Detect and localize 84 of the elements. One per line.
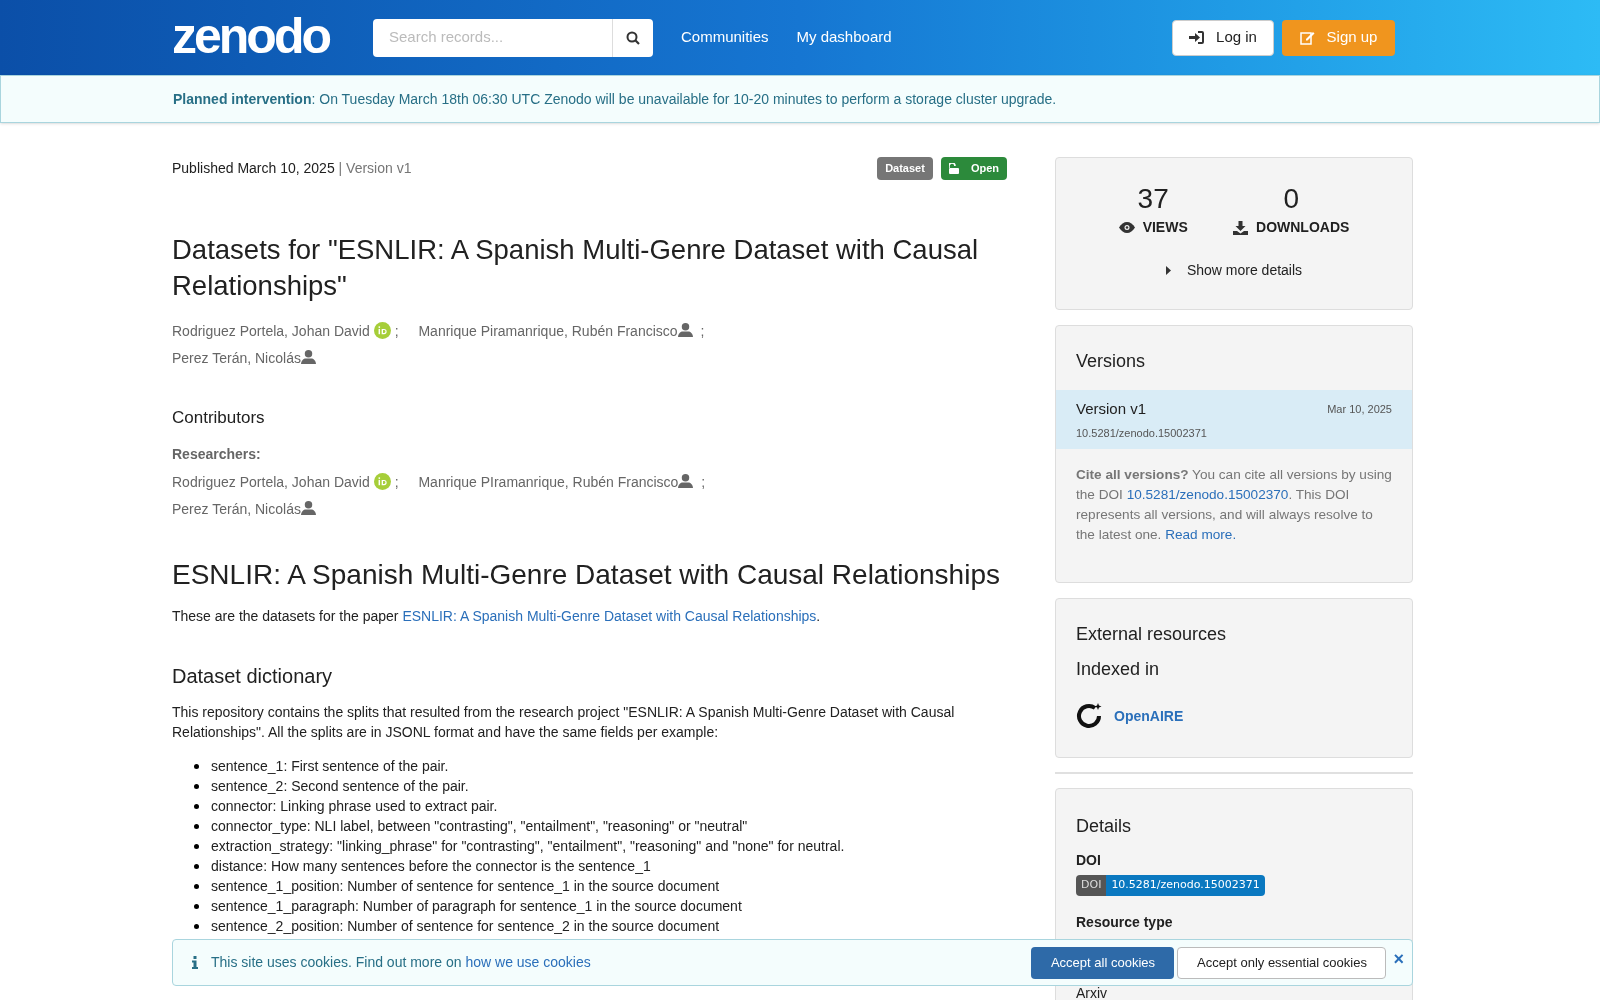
separator: ; [700, 322, 705, 339]
bullet [194, 924, 199, 929]
subsection-heading: Dataset dictionary [172, 664, 334, 689]
version-doi: 10.5281/zenodo.15002371 [1076, 425, 1208, 441]
show-more-toggle[interactable]: Show more details [1165, 260, 1303, 281]
unlock-icon [948, 162, 959, 174]
cookie-policy-link[interactable]: how we use cookies [465, 954, 591, 970]
card-title: External resources [1076, 623, 1228, 646]
separator: ; [394, 322, 399, 339]
views-count: 37 [1137, 185, 1169, 213]
views-label: VIEWS [1142, 218, 1188, 237]
field-description: distance: How many sentences before the connector is the sentence_1 [211, 857, 651, 876]
search-button[interactable] [612, 18, 653, 57]
bullet [194, 824, 199, 829]
record-title: Datasets for "ESNLIR: A Spanish Multi-Genre Dataset with Causal Relationships" [172, 232, 980, 303]
description-text: These are the datasets for the paper ESNLIR: A Spanish Multi-Genre Dataset with Causal Relationships. [172, 607, 822, 626]
section-heading: Contributors [172, 406, 266, 429]
author-link[interactable]: Rodriguez Portela, Johan David [172, 474, 370, 490]
version-item[interactable]: Version v1 Mar 10, 2025 10.5281/zenodo.15002371 [1056, 390, 1412, 449]
bullet [194, 904, 199, 909]
separator: ; [394, 474, 399, 490]
description-heading: ESNLIR: A Spanish Multi-Genre Dataset with Causal Relationships [172, 558, 1001, 592]
bullet [194, 784, 199, 789]
close-button[interactable]: × [1393, 949, 1404, 968]
zenodo-logo[interactable]: zenodo [172, 7, 333, 64]
paragraph: This repository contains the splits that resulted from the research project "ESNLIR: A Spanish Multi-Genre Dataset with Causal Relationships". All the splits are in JSONL format and have the same fields per example: [172, 703, 956, 742]
user-icon [677, 322, 693, 337]
info-icon [192, 956, 198, 969]
user-icon [678, 474, 694, 488]
card-subtitle: Indexed in [1076, 658, 1161, 681]
role-label: Researchers: [172, 445, 262, 464]
bullet [194, 804, 199, 809]
accept-all-button[interactable]: Accept all cookies [1031, 946, 1175, 979]
search-icon [626, 30, 640, 45]
author-link[interactable]: Perez Terán, Nicolás [172, 501, 301, 517]
bullet [194, 884, 199, 889]
orcid-icon [373, 473, 391, 490]
openaire-link[interactable]: OpenAIRE [1114, 705, 1184, 727]
author-link[interactable]: Manrique PIramanrique, Rubén Francisco [418, 474, 679, 490]
author-link[interactable]: Perez Terán, Nicolás [172, 349, 301, 366]
nav-link[interactable]: Communities [681, 26, 769, 49]
user-icon [300, 349, 316, 364]
search-field[interactable]: Search records... [373, 18, 612, 57]
downloads-label: DOWNLOADS [1256, 218, 1350, 237]
card-title: Details [1076, 815, 1133, 838]
orcid-icon [373, 321, 391, 339]
bullet [194, 844, 199, 849]
accept-essential-button[interactable]: Accept only essential cookies [1177, 946, 1387, 979]
field-description: sentence_1_position: Number of sentence for sentence_1 in the source document [211, 877, 720, 896]
version-label: Version v1 [1076, 399, 1147, 419]
separator: ; [701, 474, 706, 490]
resource-type-badge: Dataset [877, 157, 933, 180]
field-label: DOI [1076, 851, 1102, 870]
nav-link[interactable]: My dashboard [796, 26, 892, 49]
publication-info: Published March 10, 2025 | Version v1 [172, 158, 412, 178]
login-button[interactable]: Log in [1172, 19, 1274, 56]
field-description: extraction_strategy: "linking_phrase" for "contrasting", "entailment", "reasoning" and "none" for neutral. [211, 837, 845, 856]
edit-icon [1299, 30, 1315, 45]
login-icon [1189, 31, 1205, 44]
author-link[interactable]: Manrique Piramanrique, Rubén Francisco [418, 322, 678, 339]
read-more-link[interactable]: Read more. [1165, 527, 1237, 542]
version-date: Mar 10, 2025 [1327, 402, 1392, 417]
card-title: Versions [1075, 350, 1147, 373]
bullet [194, 864, 199, 869]
field-description: sentence_2: Second sentence of the pair. [211, 777, 469, 796]
field-label: Resource type [1076, 912, 1174, 932]
caret-icon [1165, 266, 1171, 275]
download-icon [1233, 220, 1248, 235]
downloads-count: 0 [1283, 185, 1299, 213]
field-description: sentence_1: First sentence of the pair. [211, 757, 449, 776]
open-access-badge: Open [940, 157, 1007, 180]
author-link[interactable]: Rodriguez Portela, Johan David [172, 322, 370, 339]
user-icon [300, 501, 316, 515]
cookie-text: This site uses cookies. Find out more on how we use cookies [211, 953, 591, 972]
field-description: connector: Linking phrase used to extract pair. [211, 797, 498, 816]
bullet [194, 764, 199, 769]
field-description: sentence_2_position: Number of sentence for sentence_2 in the source document [211, 917, 720, 936]
eye-icon [1118, 222, 1135, 233]
openaire-logo[interactable] [1076, 703, 1102, 729]
field-description: sentence_1_paragraph: Number of paragraph for sentence_1 in the source document [211, 897, 742, 916]
field-value: Arxiv [1076, 985, 1108, 1000]
field-description: connector_type: NLI label, between "contrasting", "entailment", "reasoning" or "neutral" [211, 817, 748, 836]
notice-text: Planned intervention: On Tuesday March 18th 06:30 UTC Zenodo will be unavailable for 10-20 minutes to perform a storage cluster upgrade. [173, 89, 1057, 109]
cite-text: Cite all versions? You can cite all versions by using the DOI 10.5281/zenodo.15002370. This DOI represents all versions, and will always resolve to the latest one. Read more. [1075, 466, 1393, 544]
